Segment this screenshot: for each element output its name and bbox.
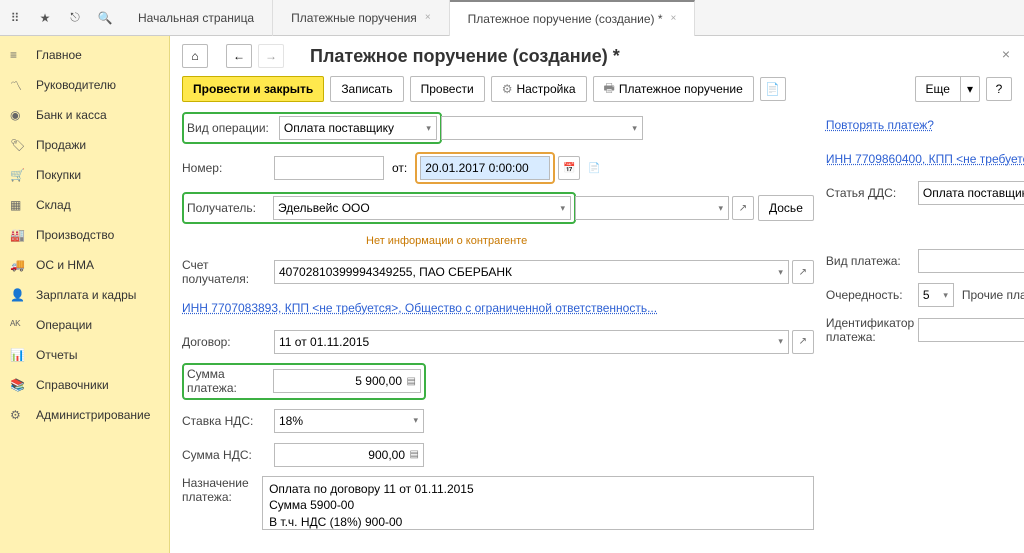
sidebar-item-warehouse[interactable]: ▦Склад [0, 190, 169, 220]
home-button[interactable]: ⌂ [182, 44, 208, 68]
vat-rate-label: Ставка НДС: [182, 414, 274, 428]
op-type-extra[interactable] [441, 116, 643, 140]
priority-label: Очередность: [826, 288, 918, 302]
open-account-button[interactable]: ↗ [792, 260, 814, 284]
search-icon[interactable]: 🔍 [90, 0, 120, 36]
print-icon: 🖶 [604, 79, 615, 100]
sidebar-item-salary[interactable]: 👤Зарплата и кадры [0, 280, 169, 310]
truck-icon: 🚚 [10, 258, 28, 272]
back-button[interactable]: ← [226, 44, 252, 68]
purpose-label: Назначение платежа: [182, 476, 262, 505]
close-button[interactable]: × [1002, 46, 1010, 62]
close-icon[interactable]: × [425, 12, 431, 23]
dossier-button[interactable]: Досье [758, 195, 814, 221]
vat-sum-label: Сумма НДС: [182, 448, 274, 462]
priority-desc: Прочие платежи (в т.ч. налоги и вз... [962, 288, 1024, 302]
gear-icon: ⚙ [10, 408, 28, 422]
print-button[interactable]: 🖶Платежное поручение [593, 76, 754, 102]
vat-rate-select[interactable]: 18% [274, 409, 424, 433]
main: ≡Главное 〽Руководителю ◉Банк и касса 🏷Пр… [0, 36, 1024, 553]
recipient-input[interactable]: Эдельвейс ООО [273, 196, 571, 220]
user-icon: 👤 [10, 288, 28, 302]
paytype-label: Вид платежа: [826, 254, 918, 268]
bank-icon: ◉ [10, 108, 28, 122]
op-type-select[interactable]: Оплата поставщику [279, 116, 437, 140]
sidebar-item-bank[interactable]: ◉Банк и касса [0, 100, 169, 130]
recipient-inn-link[interactable]: ИНН 7707083893, КПП <не требуется>, Обще… [182, 301, 657, 315]
sidebar-item-purchases[interactable]: 🛒Покупки [0, 160, 169, 190]
date-input[interactable]: 20.01.2017 0:00:00 [420, 156, 550, 180]
sidebar-item-catalogs[interactable]: 📚Справочники [0, 370, 169, 400]
cart-icon: 🛒 [10, 168, 28, 182]
forward-button[interactable]: → [258, 44, 284, 68]
open-button[interactable]: ↗ [732, 196, 754, 220]
chart-icon: 〽 [10, 77, 28, 94]
contract-input[interactable]: 11 от 01.11.2015 [274, 330, 789, 354]
form: Вид операции: Оплата поставщику Номер: о… [182, 112, 1012, 538]
report-icon: 📊 [10, 348, 28, 362]
content: × ⌂ ← → Платежное поручение (создание) *… [170, 36, 1024, 553]
box-icon: ▦ [10, 198, 28, 212]
history-icon[interactable]: ⎋ [60, 0, 90, 36]
no-info-warning: Нет информации о контрагенте [366, 235, 527, 247]
sum-input[interactable]: 5 900,00▤ [273, 369, 421, 393]
sidebar-item-production[interactable]: 🏭Производство [0, 220, 169, 250]
attach-button[interactable]: 📄 [760, 77, 786, 101]
sidebar: ≡Главное 〽Руководителю ◉Банк и касса 🏷Пр… [0, 36, 170, 553]
gear-icon: ⚙ [502, 82, 513, 96]
paytype-select[interactable] [918, 249, 1024, 273]
doc-link-button[interactable]: 📄 [583, 156, 605, 180]
save-button[interactable]: Записать [330, 76, 403, 102]
toolbar: Провести и закрыть Записать Провести ⚙На… [182, 76, 1012, 102]
tag-icon: 🏷 [10, 138, 28, 152]
vat-sum-input[interactable]: 900,00▤ [274, 443, 424, 467]
close-icon[interactable]: × [671, 13, 677, 24]
sidebar-item-reports[interactable]: 📊Отчеты [0, 340, 169, 370]
account-input[interactable]: 40702810399994349255, ПАО СБЕРБАНК [274, 260, 789, 284]
recipient-extra[interactable] [575, 196, 729, 220]
priority-input[interactable]: 5 [918, 283, 954, 307]
post-button[interactable]: Провести [410, 76, 485, 102]
sidebar-item-admin[interactable]: ⚙Администрирование [0, 400, 169, 430]
sidebar-item-main[interactable]: ≡Главное [0, 40, 169, 70]
contract-label: Договор: [182, 335, 274, 349]
book-icon: 📚 [10, 378, 28, 392]
header: ⌂ ← → Платежное поручение (создание) * [182, 44, 1012, 68]
ops-icon: ᴬᴷ [10, 318, 28, 332]
dds-label: Статья ДДС: [826, 186, 918, 200]
sidebar-item-manager[interactable]: 〽Руководителю [0, 70, 169, 100]
calendar-button[interactable]: 📅 [558, 156, 580, 180]
more-button[interactable]: Еще [915, 76, 961, 102]
sidebar-item-os[interactable]: 🚚ОС и НМА [0, 250, 169, 280]
sidebar-item-sales[interactable]: 🏷Продажи [0, 130, 169, 160]
payid-input[interactable] [918, 318, 1024, 342]
repeat-link[interactable]: Повторять платеж? [826, 118, 934, 132]
tab-payments[interactable]: Платежные поручения× [273, 0, 450, 36]
post-close-button[interactable]: Провести и закрыть [182, 76, 324, 102]
number-label: Номер: [182, 161, 274, 175]
tab-home[interactable]: Начальная страница [120, 0, 273, 36]
company-inn-link[interactable]: ИНН 7709860400, КПП <не требуется>, ООО … [826, 152, 1024, 166]
topbar: ⠿ ★ ⎋ 🔍 Начальная страница Платежные пор… [0, 0, 1024, 36]
account-label: Счет получателя: [182, 258, 274, 287]
help-button[interactable]: ? [986, 77, 1012, 101]
payid-label: Идентификатор платежа: [826, 316, 918, 345]
tab-payment-create[interactable]: Платежное поручение (создание) *× [450, 0, 696, 36]
op-type-label: Вид операции: [187, 121, 275, 135]
number-input[interactable] [274, 156, 384, 180]
dds-select[interactable]: Оплата поставщикам (подрядчикам) [918, 181, 1024, 205]
page-title: Платежное поручение (создание) * [310, 46, 620, 67]
purpose-textarea[interactable]: Оплата по договору 11 от 01.11.2015 Сумм… [262, 476, 814, 530]
settings-button[interactable]: ⚙Настройка [491, 76, 587, 102]
date-label: от: [392, 161, 407, 175]
apps-icon[interactable]: ⠿ [0, 0, 30, 36]
sidebar-item-operations[interactable]: ᴬᴷОперации [0, 310, 169, 340]
open-contract-button[interactable]: ↗ [792, 330, 814, 354]
star-icon[interactable]: ★ [30, 0, 60, 36]
recipient-label: Получатель: [187, 201, 269, 215]
menu-icon: ≡ [10, 48, 28, 62]
factory-icon: 🏭 [10, 228, 28, 242]
more-dropdown[interactable]: ▾ [961, 76, 980, 102]
sum-label: Сумма платежа: [187, 367, 269, 396]
